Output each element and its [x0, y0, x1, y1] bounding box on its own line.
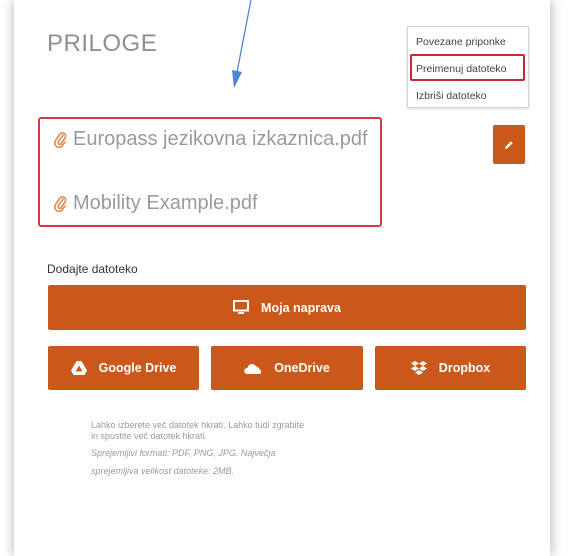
rename-highlight-box — [410, 54, 525, 81]
upload-help-text: Lahko izberete več datotek hkrati. Lahko… — [91, 420, 391, 442]
file-name[interactable]: Europass jezikovna izkaznica.pdf — [73, 128, 368, 151]
menu-item-linked-attachments[interactable]: Povezane priponke — [416, 36, 506, 48]
upload-help-line: in spustite več datotek hkrati. — [91, 431, 208, 441]
my-device-button[interactable]: Moja naprava — [48, 285, 526, 330]
accepted-formats-text: Sprejemljivi formati: PDF, PNG, JPG. Naj… — [91, 448, 276, 458]
onedrive-button[interactable]: OneDrive — [211, 346, 363, 390]
onedrive-label: OneDrive — [274, 361, 330, 375]
dropbox-icon — [410, 360, 427, 376]
upload-help-line: Lahko izberete več datotek hkrati. Lahko… — [91, 420, 305, 430]
menu-item-delete-file[interactable]: Izbriši datoteko — [416, 90, 487, 102]
google-drive-label: Google Drive — [98, 361, 177, 375]
file-name[interactable]: Mobility Example.pdf — [73, 192, 258, 215]
file-item[interactable]: Mobility Example.pdf — [53, 192, 258, 215]
paperclip-icon — [53, 131, 67, 148]
my-device-label: Moja naprava — [261, 300, 341, 315]
dropbox-button[interactable]: Dropbox — [375, 346, 526, 390]
cloud-icon — [244, 363, 262, 374]
google-drive-button[interactable]: Google Drive — [48, 346, 199, 390]
add-files-label: Dodajte datoteko — [47, 262, 138, 276]
dropbox-label: Dropbox — [438, 361, 491, 375]
monitor-icon — [233, 300, 250, 315]
paperclip-icon — [53, 195, 67, 212]
file-item[interactable]: Europass jezikovna izkaznica.pdf — [53, 128, 368, 151]
edit-button[interactable] — [493, 125, 525, 164]
google-drive-icon — [70, 361, 87, 375]
max-size-text: sprejemljiva velikost datoteke: 2MB. — [91, 466, 235, 476]
pencil-icon — [505, 140, 513, 149]
